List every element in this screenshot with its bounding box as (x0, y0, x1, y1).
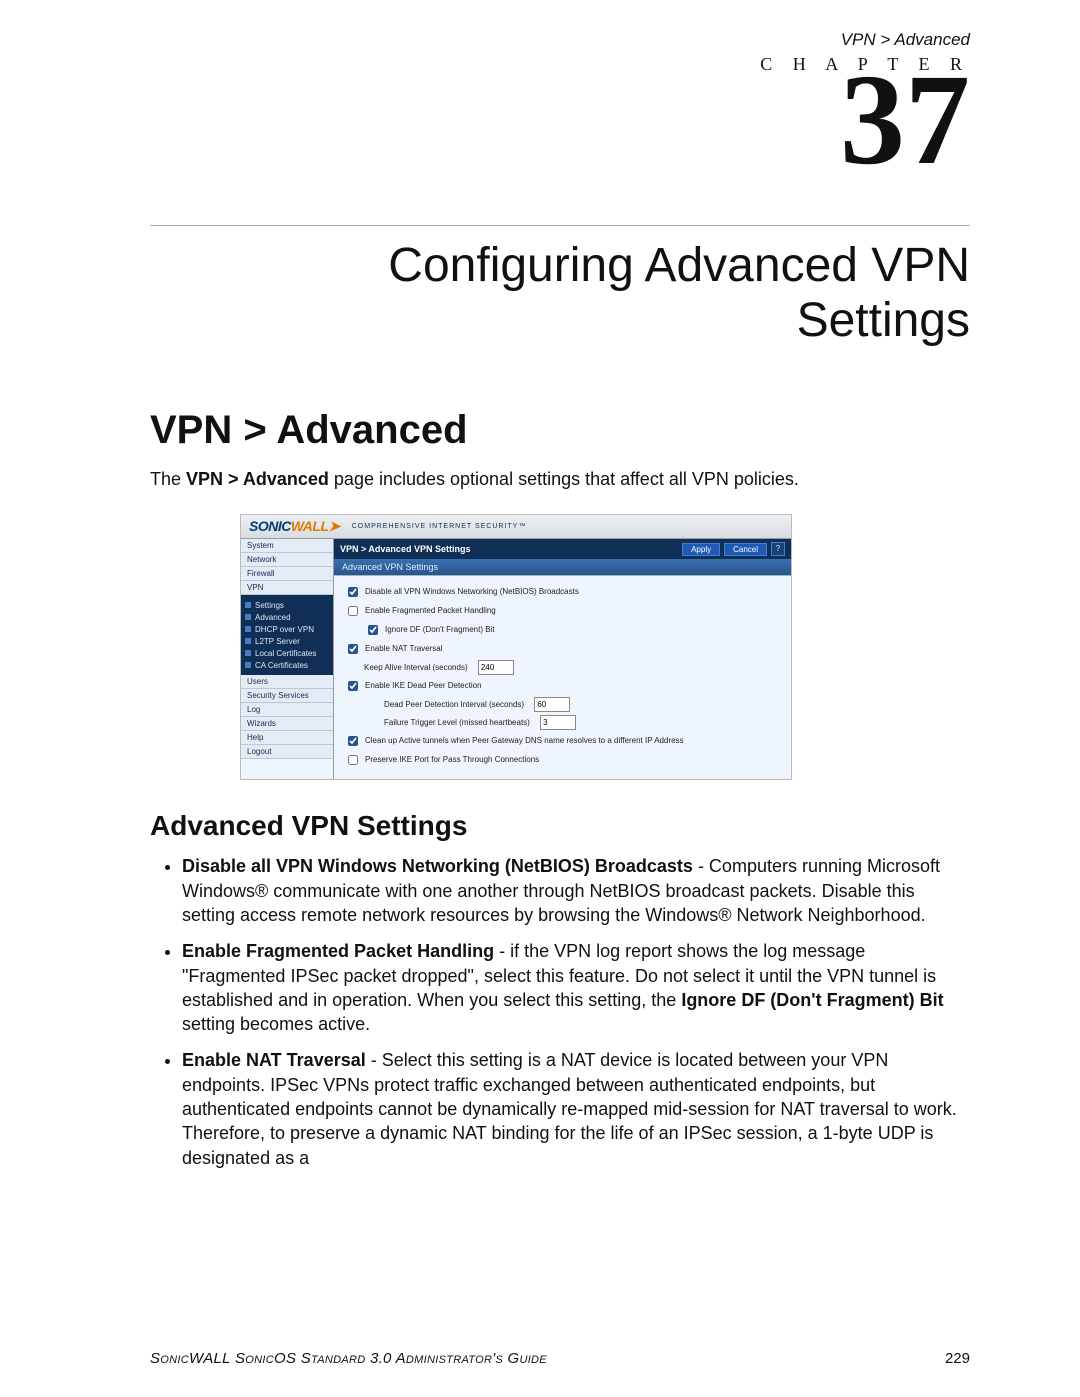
logo-part-2: WALL (291, 518, 329, 534)
check-preserve-ike-port[interactable] (348, 755, 358, 765)
logo-arrow-icon: ➤ (329, 518, 340, 534)
page-footer: SonicWALL SonicOS Standard 3.0 Administr… (150, 1350, 970, 1367)
label-preserve-ike-port: Preserve IKE Port for Pass Through Conne… (365, 755, 539, 764)
input-keep-alive-interval[interactable] (478, 660, 514, 675)
check-enable-ike-dpd[interactable] (348, 681, 358, 691)
check-enable-nat-traversal[interactable] (348, 644, 358, 654)
input-failure-trigger[interactable] (540, 715, 576, 730)
label-enable-nat-traversal: Enable NAT Traversal (365, 644, 443, 653)
admin-screenshot: SONICWALL➤ COMPREHENSIVE INTERNET SECURI… (150, 514, 970, 780)
help-button[interactable]: ? (771, 542, 785, 556)
intro-post: page includes optional settings that aff… (329, 469, 799, 489)
bullet-text-2: setting becomes active. (182, 1014, 370, 1034)
list-item: Enable NAT Traversal - Select this setti… (182, 1048, 970, 1169)
intro-bold: VPN > Advanced (186, 469, 329, 489)
check-enable-frag-packet[interactable] (348, 606, 358, 616)
label-dpd-interval: Dead Peer Detection Interval (seconds) (384, 700, 524, 709)
sidebar-sub-settings[interactable]: Settings (241, 599, 333, 611)
sidebar-item-users[interactable]: Users (241, 675, 333, 689)
label-disable-netbios: Disable all VPN Windows Networking (NetB… (365, 587, 579, 596)
bullet-bold: Enable NAT Traversal (182, 1050, 366, 1070)
check-cleanup-tunnels[interactable] (348, 736, 358, 746)
sidebar-item-logout[interactable]: Logout (241, 745, 333, 759)
sidebar-sub-ca-certificates[interactable]: CA Certificates (241, 659, 333, 671)
sidebar-item-network[interactable]: Network (241, 553, 333, 567)
chapter-title: Configuring Advanced VPN Settings (150, 238, 970, 348)
cancel-button[interactable]: Cancel (724, 543, 767, 556)
bullet-bold-2: Ignore DF (Don't Fragment) Bit (681, 990, 943, 1010)
label-enable-frag-packet: Enable Fragmented Packet Handling (365, 606, 496, 615)
chapter-rule (150, 225, 970, 226)
sidebar-sub-l2tp-server[interactable]: L2TP Server (241, 635, 333, 647)
label-cleanup-tunnels: Clean up Active tunnels when Peer Gatewa… (365, 736, 684, 745)
sonicwall-logo: SONICWALL➤ (249, 518, 340, 535)
sidebar-item-system[interactable]: System (241, 539, 333, 553)
sidebar-item-wizards[interactable]: Wizards (241, 717, 333, 731)
list-item: Disable all VPN Windows Networking (NetB… (182, 854, 970, 927)
sidebar-item-security-services[interactable]: Security Services (241, 689, 333, 703)
chapter-title-line-1: Configuring Advanced VPN (388, 239, 970, 292)
label-failure-trigger: Failure Trigger Level (missed heartbeats… (384, 718, 530, 727)
sidebar-sub-advanced[interactable]: Advanced (241, 611, 333, 623)
sidebar-sub-local-certificates[interactable]: Local Certificates (241, 647, 333, 659)
list-item: Enable Fragmented Packet Handling - if t… (182, 939, 970, 1036)
sw-topbar: SONICWALL➤ COMPREHENSIVE INTERNET SECURI… (241, 515, 791, 539)
sw-section-header: Advanced VPN Settings (334, 559, 791, 576)
sidebar-item-vpn[interactable]: VPN (241, 581, 333, 595)
sidebar-item-firewall[interactable]: Firewall (241, 567, 333, 581)
running-header: VPN > Advanced (150, 30, 970, 50)
sidebar-item-log[interactable]: Log (241, 703, 333, 717)
chapter-number: 37 (150, 55, 970, 185)
input-dpd-interval[interactable] (534, 697, 570, 712)
sidebar-sub-dhcp-over-vpn[interactable]: DHCP over VPN (241, 623, 333, 635)
bullet-bold: Enable Fragmented Packet Handling (182, 941, 494, 961)
label-ignore-df: Ignore DF (Don't Fragment) Bit (385, 625, 495, 634)
chapter-title-line-2: Settings (797, 294, 970, 347)
footer-page-number: 229 (945, 1350, 970, 1367)
body-list: Disable all VPN Windows Networking (NetB… (182, 854, 970, 1170)
section-title: VPN > Advanced (150, 408, 970, 453)
check-disable-netbios[interactable] (348, 587, 358, 597)
intro-paragraph: The VPN > Advanced page includes optiona… (150, 469, 970, 490)
label-enable-ike-dpd: Enable IKE Dead Peer Detection (365, 681, 482, 690)
bullet-bold: Disable all VPN Windows Networking (NetB… (182, 856, 693, 876)
check-ignore-df[interactable] (368, 625, 378, 635)
apply-button[interactable]: Apply (682, 543, 720, 556)
sw-tagline: COMPREHENSIVE INTERNET SECURITY™ (352, 523, 527, 530)
sw-page-title: VPN > Advanced VPN Settings (340, 544, 470, 554)
footer-guide-name: SonicWALL SonicOS Standard 3.0 Administr… (150, 1350, 547, 1367)
logo-part-1: SONIC (249, 518, 291, 534)
subsection-title: Advanced VPN Settings (150, 810, 970, 842)
label-keep-alive-interval: Keep Alive Interval (seconds) (364, 663, 468, 672)
sw-sidebar: System Network Firewall VPN Settings Adv… (241, 539, 334, 779)
sidebar-item-help[interactable]: Help (241, 731, 333, 745)
intro-pre: The (150, 469, 186, 489)
